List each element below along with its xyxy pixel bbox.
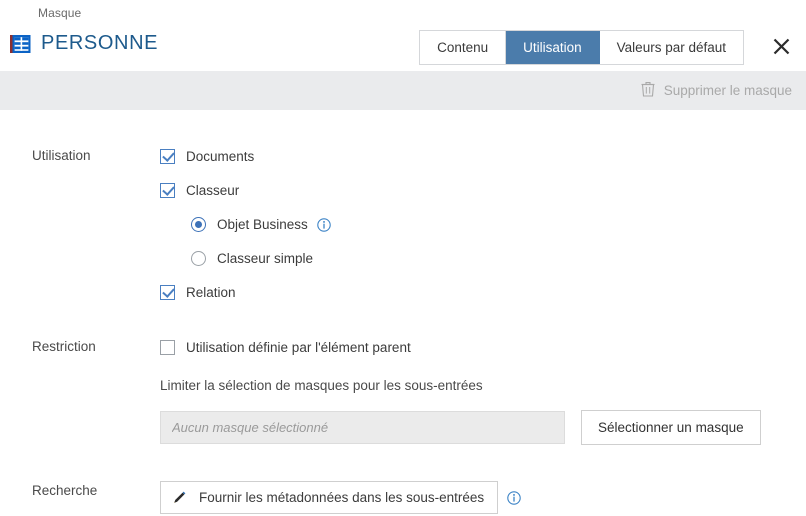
tab-valeurs-par-defaut[interactable]: Valeurs par défaut (599, 31, 743, 64)
restriction-label: Restriction (32, 339, 96, 354)
radio-objet-business-circle[interactable] (191, 217, 206, 232)
utilisation-options: Documents Classeur Objet Business Classe… (160, 146, 806, 303)
checkbox-documents-box[interactable] (160, 149, 175, 164)
radio-classeur-simple-circle[interactable] (191, 251, 206, 266)
radio-classeur-simple-label: Classeur simple (217, 251, 314, 266)
page-title: PERSONNE (41, 32, 159, 54)
checkbox-classeur-box[interactable] (160, 183, 175, 198)
restriction-hint: Limiter la sélection de masques pour les… (160, 378, 483, 393)
info-icon[interactable] (507, 490, 521, 505)
title-row: PERSONNE (10, 32, 158, 55)
recherche-label: Recherche (32, 483, 98, 498)
pencil-icon (172, 490, 187, 505)
checkbox-parent-usage-label: Utilisation définie par l'élément parent (186, 340, 411, 355)
select-mask-button[interactable]: Sélectionner un masque (581, 410, 761, 445)
checkbox-relation-label: Relation (186, 285, 236, 300)
mask-select-line: Sélectionner un masque (160, 410, 790, 445)
checkbox-parent-usage-box[interactable] (160, 340, 175, 355)
toolbar: Supprimer le masque (0, 71, 806, 110)
close-icon (772, 37, 791, 59)
provide-metadata-button[interactable]: Fournir les métadonnées dans les sous-en… (160, 481, 499, 514)
radio-objet-business-label: Objet Business (217, 217, 308, 232)
delete-mask-label: Supprimer le masque (663, 83, 792, 98)
form-body: Utilisation Documents Classeur Objet Bus… (0, 110, 806, 514)
tab-contenu[interactable]: Contenu (420, 31, 507, 64)
row-utilisation: Utilisation Documents Classeur Objet Bus… (0, 146, 806, 303)
table-icon (10, 34, 31, 54)
close-button[interactable] (766, 33, 796, 63)
row-recherche: Recherche Fournir les métadonnées dans l… (0, 481, 806, 514)
radio-classeur-simple[interactable]: Classeur simple (191, 248, 790, 269)
dialog-header: Masque PERSONNE Contenu Utilisation Vale… (0, 0, 806, 71)
selected-mask-input[interactable] (160, 411, 565, 444)
tab-utilisation[interactable]: Utilisation (506, 31, 600, 64)
checkbox-documents-label: Documents (186, 149, 255, 164)
restriction-fields: Utilisation définie par l'élément parent… (160, 337, 806, 445)
checkbox-relation[interactable]: Relation (160, 282, 790, 303)
delete-mask-button[interactable]: Supprimer le masque (641, 81, 792, 100)
utilisation-label: Utilisation (32, 148, 91, 163)
tab-bar: Contenu Utilisation Valeurs par défaut (419, 30, 744, 65)
info-icon[interactable] (317, 217, 331, 232)
checkbox-classeur[interactable]: Classeur (160, 180, 790, 201)
trash-icon (641, 81, 655, 100)
radio-objet-business[interactable]: Objet Business (191, 214, 790, 235)
row-restriction: Restriction Utilisation définie par l'él… (0, 337, 806, 445)
recherche-fields: Fournir les métadonnées dans les sous-en… (160, 481, 806, 514)
checkbox-relation-box[interactable] (160, 285, 175, 300)
provide-metadata-label: Fournir les métadonnées dans les sous-en… (199, 490, 485, 505)
checkbox-classeur-label: Classeur (186, 183, 240, 198)
checkbox-documents[interactable]: Documents (160, 146, 790, 167)
checkbox-parent-usage[interactable]: Utilisation définie par l'élément parent (160, 337, 790, 358)
breadcrumb: Masque (38, 6, 82, 20)
